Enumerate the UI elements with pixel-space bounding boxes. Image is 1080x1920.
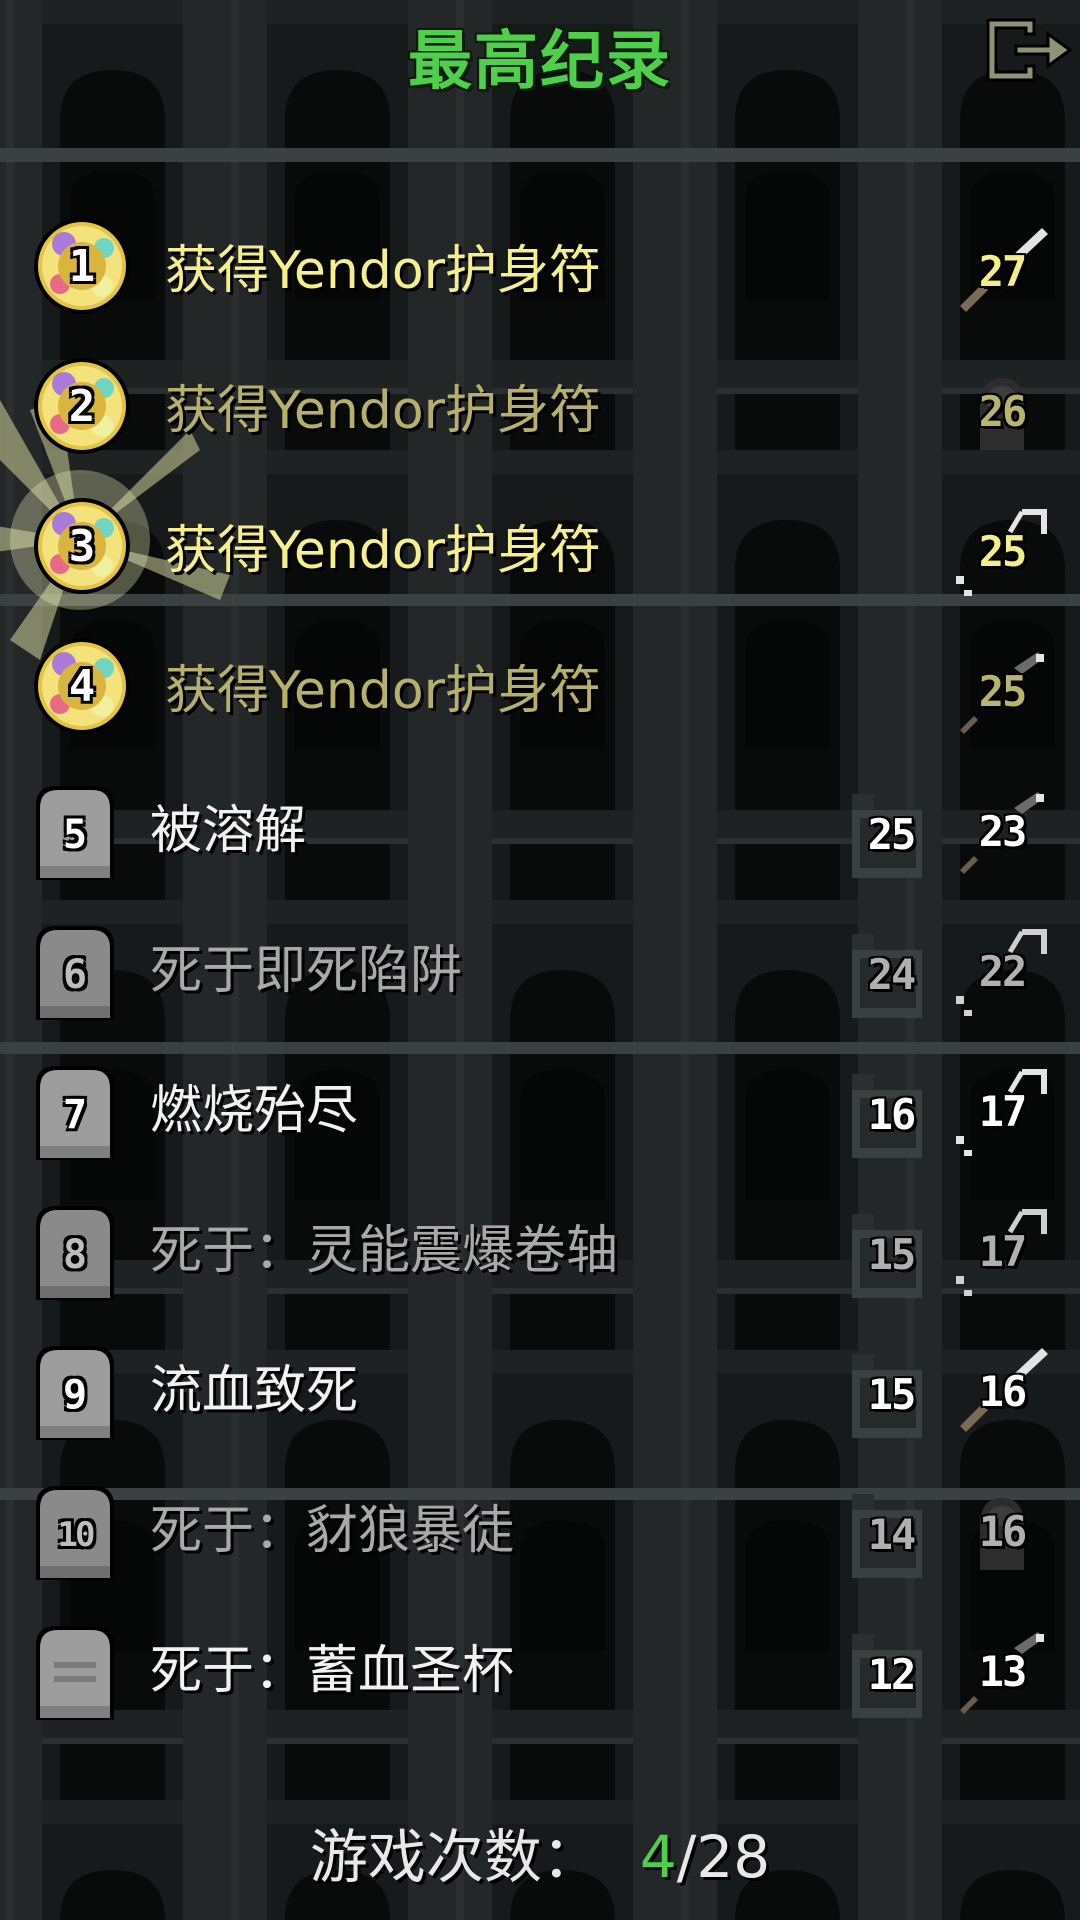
level-badge: 22 — [952, 926, 1052, 1016]
dungeon-depth: 15 — [867, 1229, 917, 1279]
hero-level: 26 — [978, 386, 1028, 436]
dungeon-depth: 14 — [867, 1509, 917, 1559]
hero-level: 27 — [978, 246, 1028, 296]
rank-number: 9 — [62, 1372, 88, 1418]
hero-level: 17 — [978, 1226, 1028, 1276]
depth-badge: 16 — [848, 1070, 930, 1158]
rank-number: 2 — [68, 380, 96, 432]
hero-level: 25 — [978, 526, 1028, 576]
ranking-row-2[interactable]: 2 获得Yendor护身符 26 — [0, 340, 1080, 480]
amulet-medal-icon: 2 — [30, 354, 134, 458]
hero-level: 23 — [978, 806, 1028, 856]
tombstone-icon: 7 — [32, 1062, 118, 1160]
ranking-row-11[interactable]: 死于：蓄血圣杯 12 13 — [0, 1600, 1080, 1740]
depth-badge: 15 — [848, 1350, 930, 1438]
games-total-count: /28 — [676, 1823, 771, 1891]
death-cause: 获得Yendor护身符 — [165, 521, 602, 581]
level-badge: 16 — [952, 1486, 1052, 1576]
rank-number: 3 — [68, 520, 96, 572]
rankings-screen: 最高纪录 1 获得Yendor护身符 27 2 获得Yendor护身符 26 3… — [0, 0, 1080, 1920]
level-badge: 25 — [952, 506, 1052, 596]
rank-number: 8 — [62, 1232, 88, 1278]
ranking-row-1[interactable]: 1 获得Yendor护身符 27 — [0, 200, 1080, 340]
dungeon-depth: 12 — [867, 1649, 917, 1699]
tombstone-icon: 10 — [32, 1482, 118, 1580]
death-cause: 死于即死陷阱 — [150, 941, 463, 1001]
level-badge: 17 — [952, 1206, 1052, 1296]
hero-level: 22 — [978, 946, 1028, 996]
hero-level: 17 — [978, 1086, 1028, 1136]
level-badge: 27 — [952, 226, 1052, 316]
rank-number: 1 — [68, 240, 96, 292]
hero-level: 25 — [978, 666, 1028, 716]
level-badge: 25 — [952, 646, 1052, 736]
depth-badge: 15 — [848, 1210, 930, 1298]
rank-number: 4 — [68, 660, 96, 712]
tombstone-icon: 8 — [32, 1202, 118, 1300]
death-cause: 获得Yendor护身符 — [165, 381, 602, 441]
dungeon-depth: 25 — [867, 809, 917, 859]
depth-badge: 24 — [848, 930, 930, 1018]
amulet-medal-icon: 3 — [30, 494, 134, 598]
ranking-row-9[interactable]: 9 流血致死 15 16 — [0, 1320, 1080, 1460]
ranking-row-3[interactable]: 3 获得Yendor护身符 25 — [0, 480, 1080, 620]
dungeon-depth: 24 — [867, 949, 917, 999]
level-badge: 26 — [952, 366, 1052, 456]
games-won-count: 4 — [639, 1823, 677, 1891]
hero-level: 13 — [978, 1646, 1028, 1696]
ranking-row-6[interactable]: 6 死于即死陷阱 24 22 — [0, 900, 1080, 1040]
dungeon-depth: 15 — [867, 1369, 917, 1419]
tombstone-icon: 6 — [32, 922, 118, 1020]
death-cause: 死于：灵能震爆卷轴 — [150, 1221, 619, 1281]
ranking-row-5[interactable]: 5 被溶解 25 23 — [0, 760, 1080, 900]
ranking-row-4[interactable]: 4 获得Yendor护身符 25 — [0, 620, 1080, 760]
depth-badge: 12 — [848, 1630, 930, 1718]
depth-badge: 25 — [848, 790, 930, 878]
page-title: 最高纪录 — [408, 25, 672, 99]
games-played-counter: 游戏次数： 4/28 — [0, 1810, 1080, 1894]
tombstone-icon — [32, 1622, 118, 1720]
rank-number: 5 — [62, 812, 88, 858]
tombstone-icon: 9 — [32, 1342, 118, 1440]
rank-number: 10 — [57, 1515, 96, 1555]
death-cause: 获得Yendor护身符 — [165, 661, 602, 721]
ranking-row-8[interactable]: 8 死于：灵能震爆卷轴 15 17 — [0, 1180, 1080, 1320]
tombstone-icon: 5 — [32, 782, 118, 880]
games-played-label: 游戏次数： — [309, 1823, 600, 1891]
level-badge: 17 — [952, 1066, 1052, 1156]
depth-badge: 14 — [848, 1490, 930, 1578]
level-badge: 13 — [952, 1626, 1052, 1716]
hero-level: 16 — [978, 1366, 1028, 1416]
level-badge: 16 — [952, 1346, 1052, 1436]
amulet-medal-icon: 1 — [30, 214, 134, 318]
death-cause: 燃烧殆尽 — [150, 1081, 359, 1141]
death-cause: 死于：豺狼暴徒 — [150, 1501, 515, 1561]
dungeon-depth: 16 — [867, 1089, 917, 1139]
death-cause: 被溶解 — [150, 801, 307, 861]
death-cause: 死于：蓄血圣杯 — [150, 1641, 515, 1701]
rank-number: 7 — [62, 1092, 88, 1138]
level-badge: 23 — [952, 786, 1052, 876]
amulet-medal-icon: 4 — [30, 634, 134, 738]
death-cause: 获得Yendor护身符 — [165, 241, 602, 301]
ranking-row-10[interactable]: 10 死于：豺狼暴徒 14 16 — [0, 1460, 1080, 1600]
ranking-row-7[interactable]: 7 燃烧殆尽 16 17 — [0, 1040, 1080, 1180]
hero-level: 16 — [978, 1506, 1028, 1556]
rank-number: 6 — [62, 952, 88, 998]
death-cause: 流血致死 — [150, 1361, 359, 1421]
exit-icon[interactable] — [982, 14, 1078, 86]
rank-number — [32, 1622, 118, 1720]
